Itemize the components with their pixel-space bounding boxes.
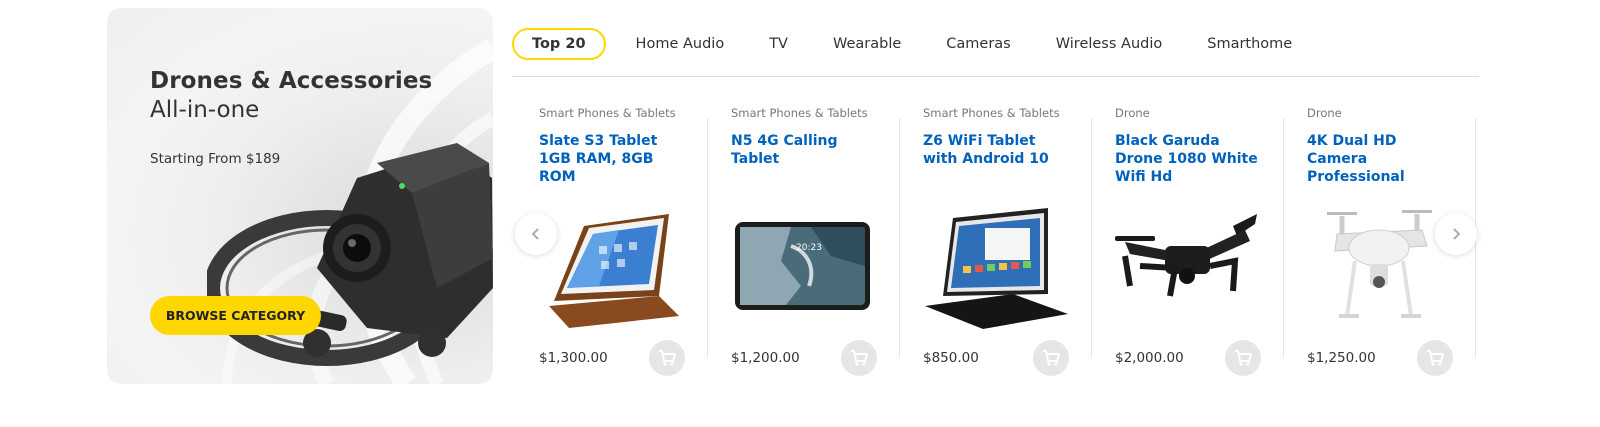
promo-title: Drones & Accessories <box>150 68 433 94</box>
product-name[interactable]: 4K Dual HD Camera Professional <box>1307 132 1457 186</box>
product-category: Smart Phones & Tablets <box>731 106 868 120</box>
category-tabs: Top 20 Home Audio TV Wearable Cameras Wi… <box>512 28 1337 60</box>
add-to-cart-button[interactable] <box>1033 340 1069 376</box>
browse-category-button[interactable]: BROWSE CATEGORY <box>150 296 321 335</box>
cart-icon <box>1235 350 1252 366</box>
product-price: $1,200.00 <box>731 350 800 366</box>
product-card[interactable]: Smart Phones & Tablets N5 4G Calling Tab… <box>704 96 896 386</box>
chevron-left-icon <box>531 228 539 240</box>
product-card[interactable]: Drone Black Garuda Drone 1080 White Wifi… <box>1088 96 1280 386</box>
product-price: $1,250.00 <box>1307 350 1376 366</box>
promo-banner: Drones & Accessories All-in-one Starting… <box>107 8 493 384</box>
tab-wireless-audio[interactable]: Wireless Audio <box>1056 36 1163 52</box>
product-price: $850.00 <box>923 350 979 366</box>
product-category: Smart Phones & Tablets <box>923 106 1060 120</box>
product-name[interactable]: N5 4G Calling Tablet <box>731 132 881 168</box>
product-name[interactable]: Z6 WiFi Tablet with Android 10 <box>923 132 1073 168</box>
black-drone-image <box>1115 214 1257 297</box>
product-price: $1,300.00 <box>539 350 608 366</box>
product-carousel: Smart Phones & Tablets Slate S3 Tablet 1… <box>512 96 1479 396</box>
tab-cameras[interactable]: Cameras <box>946 36 1010 52</box>
tabs-divider <box>512 76 1479 77</box>
tablet-landscape-image: 20:23 <box>735 222 870 310</box>
add-to-cart-button[interactable] <box>841 340 877 376</box>
product-category: Drone <box>1307 106 1342 120</box>
tablet-with-case-image <box>549 214 679 328</box>
product-card[interactable]: Smart Phones & Tablets Z6 WiFi Tablet wi… <box>896 96 1088 386</box>
product-category: Drone <box>1115 106 1150 120</box>
product-price: $2,000.00 <box>1115 350 1184 366</box>
product-name[interactable]: Black Garuda Drone 1080 White Wifi Hd <box>1115 132 1265 186</box>
tab-tv[interactable]: TV <box>769 36 788 52</box>
tab-wearable[interactable]: Wearable <box>833 36 901 52</box>
cart-icon <box>659 350 676 366</box>
cart-icon <box>1043 350 1060 366</box>
tab-home-audio[interactable]: Home Audio <box>636 36 725 52</box>
tablet-clock: 20:23 <box>796 243 822 253</box>
product-category: Smart Phones & Tablets <box>539 106 676 120</box>
tab-top-20[interactable]: Top 20 <box>512 28 606 60</box>
tab-smarthome[interactable]: Smarthome <box>1207 36 1292 52</box>
tablet-on-stand-image <box>925 208 1068 329</box>
cart-icon <box>1427 350 1444 366</box>
drone-image <box>207 143 493 366</box>
carousel-next-button[interactable] <box>1435 213 1477 255</box>
add-to-cart-button[interactable] <box>1417 340 1453 376</box>
cart-icon <box>851 350 868 366</box>
chevron-right-icon <box>1453 228 1461 240</box>
add-to-cart-button[interactable] <box>649 340 685 376</box>
carousel-prev-button[interactable] <box>515 213 557 255</box>
product-name[interactable]: Slate S3 Tablet 1GB RAM, 8GB ROM <box>539 132 689 186</box>
white-drone-image <box>1327 210 1432 318</box>
promo-subtitle: All-in-one <box>150 97 260 123</box>
add-to-cart-button[interactable] <box>1225 340 1261 376</box>
